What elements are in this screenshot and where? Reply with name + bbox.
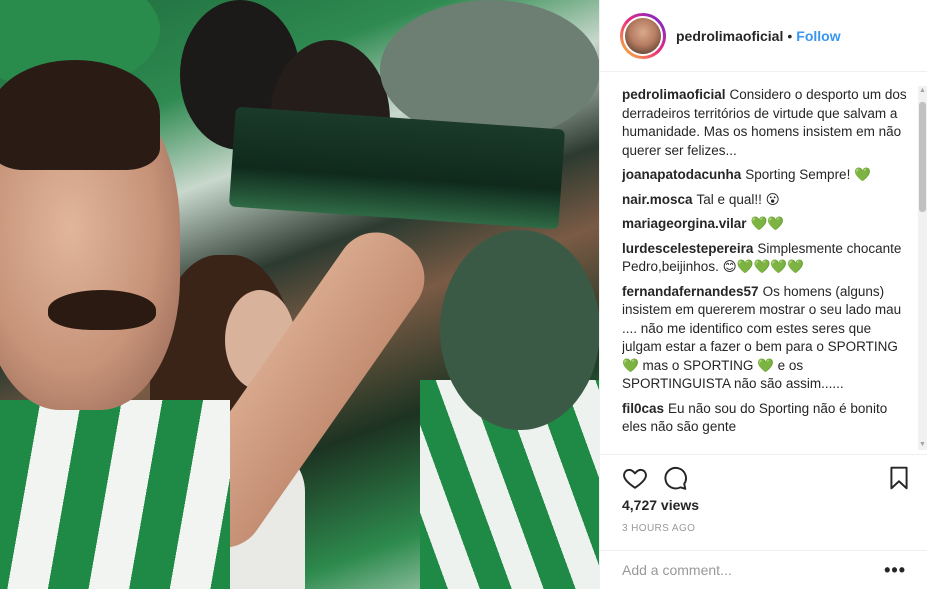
bookmark-icon[interactable]	[886, 465, 912, 491]
more-options-icon[interactable]: •••	[884, 560, 906, 581]
comments-list[interactable]: pedrolimaoficial Considero o desporto um …	[622, 86, 912, 450]
scroll-down-icon[interactable]: ▼	[918, 440, 927, 450]
scroll-up-icon[interactable]: ▲	[918, 86, 927, 96]
post-timestamp[interactable]: 3 HOURS AGO	[622, 523, 695, 534]
add-comment-bar: •••	[600, 550, 927, 589]
header-username[interactable]: pedrolimaoficial	[676, 28, 783, 44]
action-bar	[600, 454, 927, 498]
comments-scrollbar[interactable]: ▲ ▼	[918, 86, 927, 450]
comment-icon[interactable]	[662, 465, 688, 491]
post-panel: pedrolimaoficial • Follow pedrolimaofici…	[599, 0, 927, 589]
crowd-person-right	[440, 230, 599, 430]
avatar[interactable]	[623, 15, 663, 56]
add-comment-input[interactable]	[622, 562, 885, 578]
comment-item: fil0cas Eu não sou do Sporting não é boni…	[622, 400, 912, 437]
comment-text: Os homens (alguns) insistem em quererem …	[622, 283, 902, 392]
comment-username[interactable]: joanapatodacunha	[622, 167, 741, 182]
man-hair	[0, 60, 160, 170]
avatar-ring[interactable]	[620, 12, 666, 59]
caption-username[interactable]: pedrolimaoficial	[622, 87, 726, 102]
comment-username[interactable]: mariageorgina.vilar	[622, 216, 747, 231]
caption: pedrolimaoficial Considero o desporto um …	[622, 86, 912, 160]
post-header: pedrolimaoficial • Follow	[600, 0, 927, 72]
post-media[interactable]	[0, 0, 599, 589]
follow-button[interactable]: Follow	[796, 28, 840, 44]
comment-item: fernandafernandes57 Os homens (alguns) in…	[622, 283, 912, 394]
man-mustache	[48, 290, 156, 330]
man-shirt	[0, 400, 230, 589]
comment-item: lurdescelestepereira Simplesmente chocant…	[622, 240, 912, 277]
views-count[interactable]: 4,727 views	[622, 497, 699, 513]
comment-username[interactable]: fernandafernandes57	[622, 284, 759, 299]
comment-username[interactable]: fil0cas	[622, 401, 664, 416]
header-separator: •	[787, 27, 793, 44]
comment-username[interactable]: lurdescelestepereira	[622, 241, 753, 256]
comment-item: nair.mosca Tal e qual!! 😮	[622, 191, 912, 210]
comment-item: mariageorgina.vilar 💚💚	[622, 215, 912, 234]
comment-text: 💚💚	[750, 216, 785, 231]
comment-username[interactable]: nair.mosca	[622, 192, 693, 207]
comment-text: Tal e qual!! 😮	[696, 191, 780, 207]
comment-item: joanapatodacunha Sporting Sempre! 💚	[622, 166, 912, 185]
comment-text: Sporting Sempre! 💚	[745, 167, 871, 182]
heart-icon[interactable]	[622, 465, 648, 491]
scrollbar-thumb[interactable]	[919, 102, 926, 212]
